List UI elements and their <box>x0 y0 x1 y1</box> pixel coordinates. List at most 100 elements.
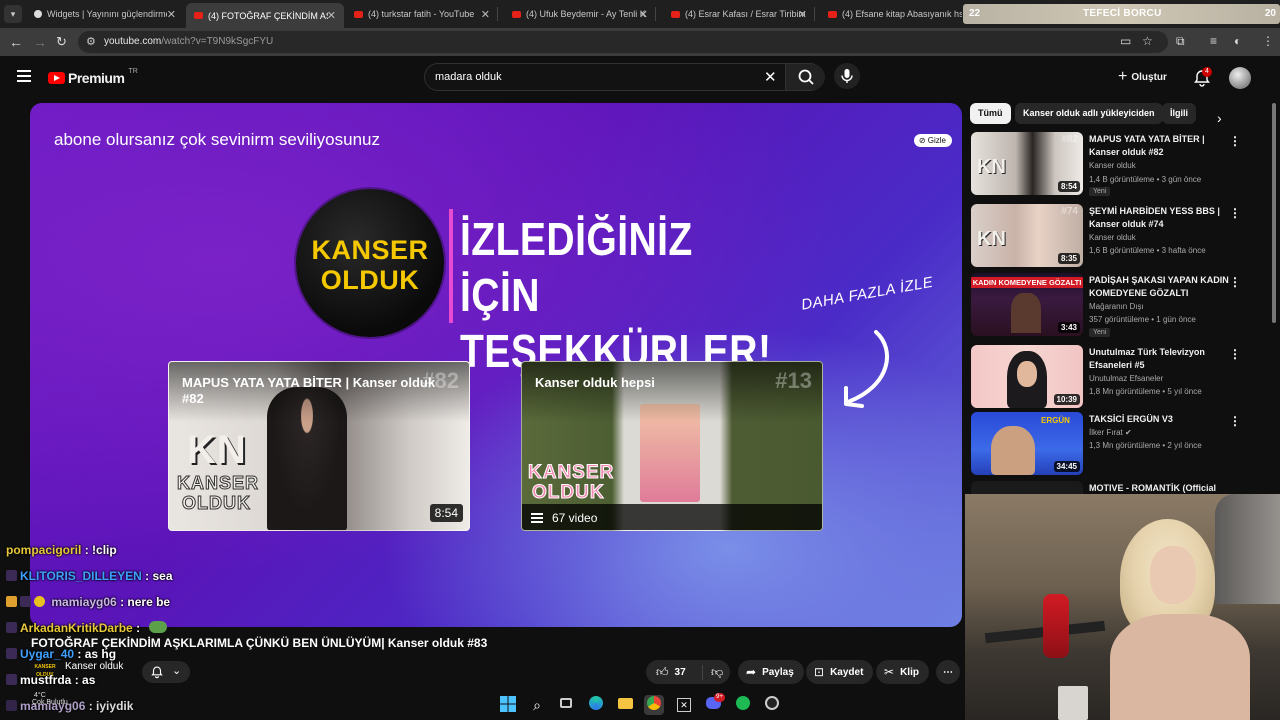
dislike-button[interactable]: 👎︎ <box>702 664 729 680</box>
chip-all[interactable]: Tümü <box>970 103 1011 124</box>
share-button[interactable]: ➦ Paylaş <box>738 660 804 684</box>
browser-tab-widgets[interactable]: Widgets | Yayınını güçlendirmek ✕ <box>26 3 184 25</box>
site-info-icon[interactable]: ⚙ <box>86 35 96 48</box>
channel-name[interactable]: Kanser olduk <box>65 661 123 672</box>
channel-name[interactable]: İlker Fırat ✔ <box>1089 428 1132 437</box>
video-thumbnail[interactable]: ERGÜN 34:45 <box>971 412 1083 475</box>
endscreen-playlist-card[interactable]: #13 Kanser olduk hepsi KANSER OLDUK 67 v… <box>521 361 823 531</box>
back-icon[interactable]: ← <box>9 34 23 50</box>
clear-search-icon[interactable]: ✕ <box>764 68 777 86</box>
reload-icon[interactable]: ↻ <box>56 34 67 50</box>
video-title[interactable]: TAKSİCİ ERGÜN V3 <box>1089 413 1229 426</box>
recommended-video[interactable]: MOTIVE - ROMANTİK (Official <box>971 481 1271 495</box>
search-box[interactable]: madara olduk ✕ <box>424 63 825 91</box>
menu-icon[interactable] <box>17 70 31 82</box>
obs-icon[interactable] <box>762 695 782 715</box>
gift-badge-icon <box>6 596 17 607</box>
video-thumbnail[interactable]: KN #82 8:54 <box>971 132 1083 195</box>
forward-icon[interactable]: → <box>33 34 47 50</box>
close-tab-icon[interactable]: ✕ <box>167 8 176 21</box>
account-avatar[interactable] <box>1229 67 1251 89</box>
chrome-icon[interactable] <box>644 695 664 715</box>
video-title[interactable]: PADİŞAH ŞAKASI YAPAN KADIN KOMEDYENE GÖZ… <box>1089 274 1229 300</box>
video-title[interactable]: Unutulmaz Türk Televizyon Efsaneleri #5 <box>1089 346 1229 372</box>
chip-from-uploader[interactable]: Kanser olduk adlı yükleyiciden <box>1015 103 1163 124</box>
like-dislike-group: 👍︎ 37 👎︎ <box>646 660 730 684</box>
profile-icon[interactable]: ◐ <box>1234 34 1241 48</box>
reading-list-icon[interactable]: ≡ <box>1210 34 1217 48</box>
search-button[interactable] <box>785 64 825 90</box>
edge-browser-icon[interactable] <box>586 695 606 715</box>
recommended-video[interactable]: KN #82 8:54 MAPUS YATA YATA BİTER | Kans… <box>971 132 1271 196</box>
spotify-icon[interactable] <box>733 695 753 715</box>
duration-badge: 8:35 <box>1057 253 1080 264</box>
task-view-icon[interactable] <box>556 695 576 715</box>
more-horizontal-icon: ⋯ <box>943 666 953 678</box>
bookmark-star-icon[interactable]: ☆ <box>1142 34 1153 48</box>
video-title[interactable]: MAPUS YATA YATA BİTER | Kanser olduk #82 <box>1089 133 1229 159</box>
youtube-favicon-icon <box>354 10 363 18</box>
thumbs-down-icon: 👎︎ <box>711 664 724 679</box>
video-thumbnail[interactable]: KADIN KOMEDYENE GÖZALTI 3:43 <box>971 273 1083 336</box>
card-title: MAPUS YATA YATA BİTER | Kanser olduk #82 <box>182 375 436 406</box>
voice-search-button[interactable] <box>834 63 860 89</box>
channel-name[interactable]: Kanser olduk <box>1089 161 1136 170</box>
sidebar-scrollbar[interactable] <box>1272 103 1276 323</box>
create-button[interactable]: + Oluştur <box>1118 68 1167 86</box>
like-button[interactable]: 👍︎ 37 <box>646 665 702 680</box>
video-meta: 1,8 Mn görüntüleme • 5 yıl önce <box>1089 387 1202 396</box>
channel-name[interactable]: Mağaranın Dışı <box>1089 302 1144 311</box>
recommended-video[interactable]: KADIN KOMEDYENE GÖZALTI 3:43 PADİŞAH ŞAK… <box>971 273 1271 337</box>
chat-message: mamiayg06 : nere be <box>6 595 170 609</box>
browser-tab[interactable]: (4) Ufuk Beydemir - Ay Tenli Ka ✕ <box>504 3 656 25</box>
close-tab-icon[interactable]: ✕ <box>798 8 807 21</box>
address-bar[interactable]: ⚙ youtube.com/watch?v=T9N9kSgcFYU <box>78 31 1168 53</box>
video-thumbnail[interactable] <box>971 481 1083 495</box>
video-thumbnail[interactable]: 10:39 <box>971 345 1083 408</box>
notification-count-badge: 4 <box>1202 67 1212 77</box>
cast-icon[interactable]: ▭ <box>1120 34 1131 48</box>
windows-start-icon[interactable] <box>498 695 518 715</box>
clip-button[interactable]: ✂ Klip <box>876 660 929 684</box>
chat-username: mamiayg06 <box>51 595 117 609</box>
more-vertical-icon[interactable]: ⋮ <box>1229 134 1241 148</box>
more-vertical-icon[interactable]: ⋮ <box>1229 275 1241 289</box>
search-input[interactable]: madara olduk <box>435 71 502 83</box>
close-tab-icon[interactable]: ✕ <box>327 9 336 22</box>
hide-endscreen-button[interactable]: ⊘ Gizle <box>913 134 952 147</box>
new-badge: Yeni <box>1089 187 1111 196</box>
more-vertical-icon[interactable]: ⋮ <box>1229 206 1241 220</box>
more-vertical-icon[interactable]: ⋮ <box>1229 414 1241 428</box>
close-tab-icon[interactable]: ✕ <box>481 8 490 21</box>
browser-tab-active[interactable]: (4) FOTOĞRAF ÇEKİNDİM AŞKLA ✕ <box>186 3 344 28</box>
browser-tab-strip: ▾ Widgets | Yayınını güçlendirmek ✕ (4) … <box>0 0 1280 28</box>
browser-tab[interactable]: (4) Esrar Kafası / Esrar Tiribine G ✕ <box>663 3 815 25</box>
notification-preference-button[interactable]: ⌄ <box>142 661 190 683</box>
save-button[interactable]: ⊡ Kaydet <box>806 660 874 684</box>
more-actions-button[interactable]: ⋯ <box>936 660 960 684</box>
chevron-right-icon[interactable]: › <box>1217 110 1222 126</box>
recommended-video[interactable]: ERGÜN 34:45 TAKSİCİ ERGÜN V3 İlker Fırat… <box>971 412 1271 476</box>
duration-badge: 8:54 <box>1057 181 1080 192</box>
video-thumbnail[interactable]: KN #74 8:35 <box>971 204 1083 267</box>
channel-name[interactable]: Kanser olduk <box>1089 233 1136 242</box>
file-explorer-icon[interactable] <box>615 695 635 715</box>
endscreen-video-card[interactable]: #82 MAPUS YATA YATA BİTER | Kanser olduk… <box>168 361 470 531</box>
browser-tab[interactable]: (4) turkstar fatih - YouTube ✕ <box>346 3 498 25</box>
recommended-video[interactable]: 10:39 Unutulmaz Türk Televizyon Efsanele… <box>971 345 1271 409</box>
extensions-icon[interactable]: ⧉ <box>1176 34 1185 49</box>
tab-search-button[interactable]: ▾ <box>4 5 22 23</box>
chip-related[interactable]: İlgili <box>1162 103 1196 124</box>
browser-tab[interactable]: (4) Efsane kitap Abasıyanık hsh <box>820 3 962 25</box>
browser-menu-icon[interactable]: ⋮ <box>1262 34 1274 48</box>
video-player[interactable]: abone olursanız çok sevinirm seviliyosun… <box>30 103 962 627</box>
search-icon[interactable]: ⌕ <box>527 695 547 715</box>
recommended-video[interactable]: KN #74 8:35 ŞEYMİ HARBİDEN YESS BBS | Ka… <box>971 204 1271 268</box>
video-title[interactable]: ŞEYMİ HARBİDEN YESS BBS | Kanser olduk #… <box>1089 205 1229 231</box>
youtube-premium-logo[interactable]: Premium TR <box>48 68 138 87</box>
channel-name[interactable]: Unutulmaz Efsaneler <box>1089 374 1163 383</box>
close-tab-icon[interactable]: ✕ <box>639 8 648 21</box>
terminal-icon[interactable]: ✕ <box>674 695 694 715</box>
weather-widget[interactable]: 4°C Çok Bulutlu <box>14 692 68 706</box>
more-vertical-icon[interactable]: ⋮ <box>1229 347 1241 361</box>
